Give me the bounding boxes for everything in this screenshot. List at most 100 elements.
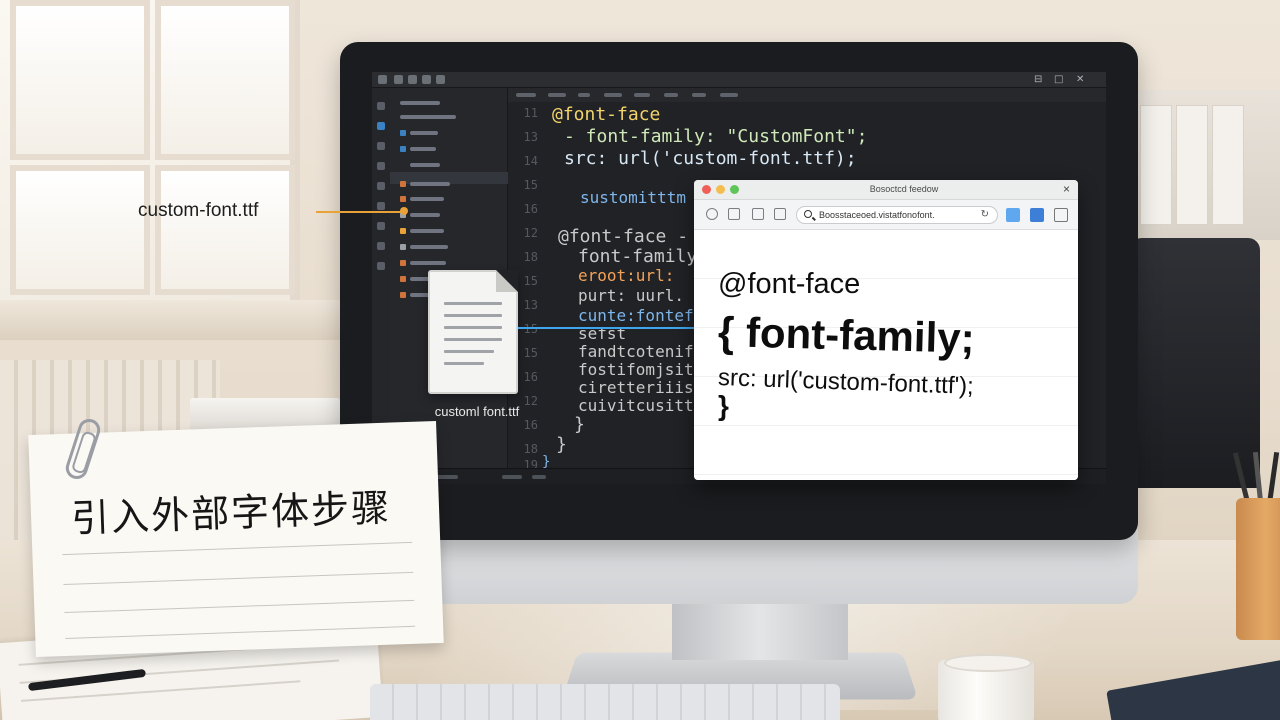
minimize-icon[interactable]: ⊟: [1034, 74, 1042, 85]
menu-icon[interactable]: [422, 75, 431, 84]
file-line: [444, 314, 502, 317]
tab[interactable]: [692, 93, 706, 97]
line-number: 14: [523, 154, 538, 168]
file-line: [444, 338, 502, 341]
line-number: 12: [523, 226, 538, 240]
app-icon: [378, 75, 387, 84]
account-icon[interactable]: [1030, 208, 1044, 222]
keyboard: [370, 684, 840, 720]
browser-titlebar: Bosoctcd feedow ×: [694, 180, 1078, 200]
copy-icon[interactable]: [752, 208, 764, 220]
file-line: [444, 326, 502, 329]
zoom-dot-icon[interactable]: [730, 185, 739, 194]
line-number: 18: [523, 442, 538, 456]
close-dot-icon[interactable]: [702, 185, 711, 194]
code-line: fostifomjsity: [578, 360, 704, 379]
explorer-item[interactable]: [400, 124, 438, 136]
tab[interactable]: [664, 93, 678, 97]
window-pane: [10, 165, 150, 295]
page-icon[interactable]: [728, 208, 740, 220]
extensions-icon[interactable]: [377, 202, 385, 210]
editor-tab-bar: [508, 88, 1106, 102]
terminal-icon[interactable]: [377, 242, 385, 250]
extension-icon[interactable]: [1006, 208, 1020, 222]
minimize-dot-icon[interactable]: [716, 185, 725, 194]
line-number: 13: [523, 130, 538, 144]
menu-icon[interactable]: [408, 75, 417, 84]
browser-window: Bosoctcd feedow × Boosstaceoed.vistatfon…: [694, 180, 1078, 480]
explorer-icon[interactable]: [377, 122, 385, 130]
home-icon[interactable]: [706, 208, 718, 220]
menu-icon[interactable]: [1054, 208, 1068, 222]
line-number: 15: [523, 178, 538, 192]
explorer-item-custom-font[interactable]: [400, 222, 444, 234]
note-rule: [63, 571, 414, 586]
debug-icon[interactable]: [377, 182, 385, 190]
bookmark-icon[interactable]: [774, 208, 786, 220]
status-item[interactable]: [502, 475, 522, 479]
monitor-stand-neck: [672, 600, 848, 660]
code-line: eroot:url:: [578, 266, 675, 285]
window-pane: [155, 165, 295, 295]
connector-line: [518, 327, 704, 329]
note-rule: [64, 599, 415, 614]
tab[interactable]: [578, 93, 590, 97]
css-rule-line: }: [718, 390, 729, 421]
browser-toolbar: Boosstaceoed.vistatfonofont. ↻: [694, 200, 1078, 230]
css-rule-line: { font-family;: [717, 308, 976, 362]
code-brace: }: [556, 434, 567, 455]
menu-icon[interactable]: [394, 75, 403, 84]
code-line: ciretteriiis.: [578, 378, 704, 397]
font-file-icon[interactable]: [428, 270, 518, 394]
url-bar[interactable]: Boosstaceoed.vistatfonofont. ↻: [796, 206, 998, 224]
back-icon[interactable]: [377, 102, 385, 110]
maximize-icon[interactable]: □: [1054, 74, 1063, 85]
explorer-item[interactable]: [400, 140, 436, 152]
menu-icon[interactable]: [436, 75, 445, 84]
database-icon[interactable]: [377, 222, 385, 230]
browser-content: @font-face { font-family; src: url('cust…: [694, 230, 1078, 480]
line-number: 16: [523, 370, 538, 384]
file-line: [444, 350, 494, 353]
note-title: 引入外部字体步骤: [70, 485, 392, 541]
explorer-item[interactable]: [400, 108, 456, 119]
status-item[interactable]: [532, 475, 546, 479]
close-icon[interactable]: ✕: [1076, 74, 1084, 85]
settings-icon[interactable]: [377, 262, 385, 270]
search-icon: [804, 210, 812, 218]
ide-activity-bar: [372, 88, 390, 468]
tab[interactable]: [548, 93, 566, 97]
annotation-dot: [400, 207, 408, 215]
source-control-icon[interactable]: [377, 162, 385, 170]
window-sill: [0, 300, 340, 340]
code-line: - font-family: "CustomFont";: [564, 126, 868, 147]
binder: [1176, 105, 1208, 225]
file-line: [444, 362, 484, 365]
line-number: 15: [523, 274, 538, 288]
close-icon[interactable]: ×: [1063, 182, 1070, 196]
tab[interactable]: [604, 93, 622, 97]
explorer-item[interactable]: [400, 156, 440, 167]
file-corner-fold: [496, 270, 518, 292]
line-number: 18: [523, 250, 538, 264]
code-line: sustomitttm: [580, 188, 686, 207]
explorer-item[interactable]: [400, 254, 446, 266]
code-line: src: url('custom-font.ttf);: [564, 148, 857, 169]
css-rule-line: @font-face: [718, 268, 861, 300]
line-number: 16: [523, 418, 538, 432]
code-line: @font-face -: [558, 226, 689, 247]
line-number: 16: [523, 202, 538, 216]
code-token: purt: uurl.: [578, 286, 684, 305]
search-icon[interactable]: [377, 142, 385, 150]
window-pane: [10, 0, 150, 160]
reload-icon[interactable]: ↻: [981, 209, 989, 220]
explorer-item[interactable]: [400, 190, 444, 202]
explorer-item[interactable]: [400, 238, 448, 250]
tab[interactable]: [720, 93, 738, 97]
explorer-item-selected[interactable]: [390, 172, 508, 187]
office-chair: [1130, 238, 1260, 488]
code-brace: }: [574, 414, 585, 435]
tab[interactable]: [516, 93, 536, 97]
tab[interactable]: [634, 93, 650, 97]
window-pane: [155, 0, 295, 160]
